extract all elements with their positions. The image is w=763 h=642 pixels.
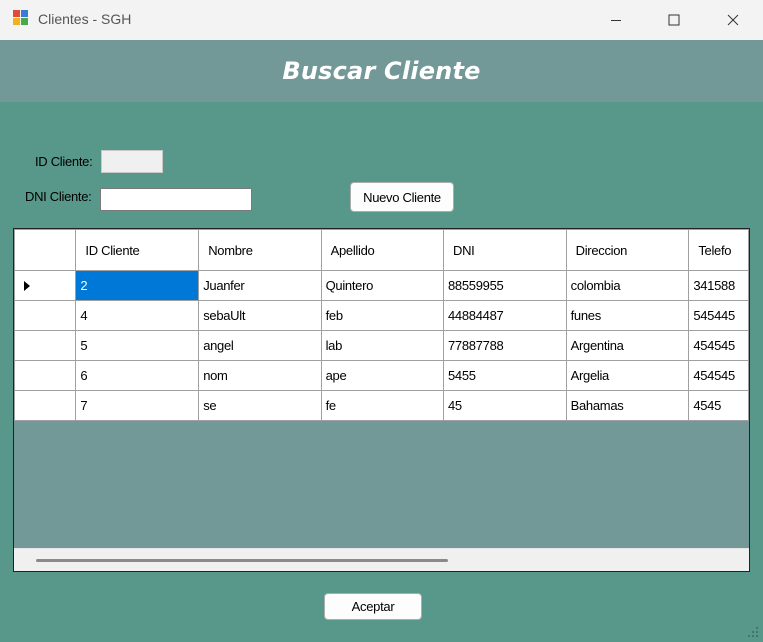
- table-cell[interactable]: Juanfer: [198, 270, 322, 301]
- dni-cliente-input[interactable]: [100, 188, 252, 211]
- table-cell[interactable]: colombia: [565, 270, 690, 301]
- table-cell[interactable]: ape: [320, 360, 444, 391]
- row-header[interactable]: [14, 330, 77, 361]
- table-cell[interactable]: angel: [198, 330, 322, 361]
- column-header-direccion[interactable]: Direccion: [565, 229, 690, 271]
- clientes-table: ID Cliente Nombre Apellido DNI Direccion…: [14, 229, 749, 421]
- table-cell[interactable]: Argelia: [565, 360, 690, 391]
- table-cell[interactable]: lab: [320, 330, 444, 361]
- column-header-id[interactable]: ID Cliente: [75, 229, 200, 271]
- close-icon: [727, 14, 739, 26]
- table-cell[interactable]: 44884487: [442, 300, 567, 331]
- page-title: Buscar Cliente: [282, 57, 481, 85]
- table-cell[interactable]: 545445: [688, 300, 749, 331]
- column-header-dni[interactable]: DNI: [442, 229, 567, 271]
- table-cell[interactable]: nom: [198, 360, 322, 391]
- table-cell[interactable]: 5455: [442, 360, 567, 391]
- row-header[interactable]: [14, 390, 77, 421]
- title-bar[interactable]: Clientes - SGH: [0, 0, 763, 41]
- column-header-apellido[interactable]: Apellido: [320, 229, 444, 271]
- table-cell[interactable]: Bahamas: [565, 390, 690, 421]
- table-row[interactable]: 7 se fe 45 Bahamas 4545: [14, 390, 749, 421]
- table-cell[interactable]: se: [198, 390, 322, 421]
- row-header[interactable]: [14, 300, 77, 331]
- table-cell[interactable]: 45: [442, 390, 567, 421]
- column-header-telefono[interactable]: Telefo: [688, 229, 749, 271]
- window-title: Clientes - SGH: [38, 11, 132, 27]
- id-cliente-label: ID Cliente:: [35, 154, 93, 169]
- table-row[interactable]: 4 sebaUlt feb 44884487 funes 545445: [14, 300, 749, 331]
- id-cliente-input[interactable]: [101, 150, 163, 173]
- current-row-arrow-icon: [24, 280, 30, 291]
- table-row[interactable]: 6 nom ape 5455 Argelia 454545: [14, 360, 749, 391]
- table-cell[interactable]: 4: [75, 300, 200, 331]
- row-header-corner: [14, 229, 77, 271]
- table-header-row: ID Cliente Nombre Apellido DNI Direccion…: [14, 229, 749, 271]
- minimize-icon: [611, 20, 621, 21]
- table-cell[interactable]: 341588: [688, 270, 749, 301]
- column-header-nombre[interactable]: Nombre: [198, 229, 322, 271]
- dni-cliente-label: DNI Cliente:: [25, 189, 92, 204]
- aceptar-button[interactable]: Aceptar: [324, 593, 422, 620]
- header-panel: Buscar Cliente: [0, 40, 763, 102]
- resize-grip-icon[interactable]: [747, 626, 759, 638]
- close-button[interactable]: [704, 0, 762, 40]
- table-row[interactable]: 2 Juanfer Quintero 88559955 colombia 341…: [14, 270, 749, 301]
- scrollbar-thumb[interactable]: [36, 559, 448, 562]
- table-cell[interactable]: 4545: [688, 390, 749, 421]
- table-cell[interactable]: 88559955: [442, 270, 567, 301]
- app-icon: [13, 10, 30, 27]
- table-cell[interactable]: 77887788: [442, 330, 567, 361]
- table-cell[interactable]: 2: [75, 270, 200, 301]
- table-cell[interactable]: Quintero: [320, 270, 444, 301]
- table-row[interactable]: 5 angel lab 77887788 Argentina 454545: [14, 330, 749, 361]
- nuevo-cliente-button[interactable]: Nuevo Cliente: [350, 182, 454, 212]
- horizontal-scrollbar[interactable]: [14, 548, 749, 571]
- table-cell[interactable]: 7: [75, 390, 200, 421]
- table-cell[interactable]: Argentina: [565, 330, 690, 361]
- clientes-grid[interactable]: ID Cliente Nombre Apellido DNI Direccion…: [13, 228, 750, 572]
- table-cell[interactable]: 454545: [688, 330, 749, 361]
- table-cell[interactable]: funes: [565, 300, 690, 331]
- table-cell[interactable]: 454545: [688, 360, 749, 391]
- maximize-icon: [668, 14, 680, 26]
- minimize-button[interactable]: [587, 0, 645, 40]
- table-cell[interactable]: 5: [75, 330, 200, 361]
- row-header[interactable]: [14, 270, 77, 301]
- maximize-button[interactable]: [645, 0, 703, 40]
- table-cell[interactable]: fe: [320, 390, 444, 421]
- row-header[interactable]: [14, 360, 77, 391]
- table-cell[interactable]: feb: [320, 300, 444, 331]
- table-cell[interactable]: sebaUlt: [198, 300, 322, 331]
- form-body: Buscar Cliente ID Cliente: DNI Cliente: …: [0, 40, 763, 642]
- table-cell[interactable]: 6: [75, 360, 200, 391]
